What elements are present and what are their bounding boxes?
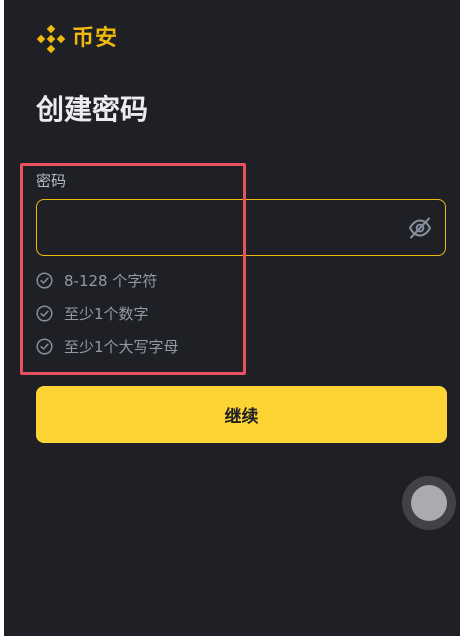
password-input[interactable] <box>51 200 405 257</box>
requirement-text: 至少1个数字 <box>64 304 149 323</box>
brand-name: 币安 <box>72 26 119 51</box>
assistive-touch-core <box>411 485 447 521</box>
check-circle-icon <box>36 305 53 322</box>
binance-logo-icon <box>36 24 66 54</box>
continue-button[interactable]: 继续 <box>36 386 447 443</box>
requirement-item: 至少1个大写字母 <box>36 330 246 363</box>
password-label: 密码 <box>36 172 67 190</box>
requirement-text: 至少1个大写字母 <box>64 337 179 356</box>
check-circle-icon <box>36 272 53 289</box>
password-requirements: 8-128 个字符 至少1个数字 至少1个大写字母 <box>36 264 246 363</box>
brand-logo: 币安 <box>36 22 118 56</box>
assistive-touch-icon[interactable] <box>402 476 456 530</box>
eye-off-icon[interactable] <box>407 215 433 241</box>
page-title: 创建密码 <box>36 93 149 126</box>
requirement-text: 8-128 个字符 <box>64 271 158 290</box>
check-circle-icon <box>36 338 53 355</box>
password-field[interactable] <box>36 199 446 257</box>
requirement-item: 至少1个数字 <box>36 297 246 330</box>
app-screen: 币安 创建密码 密码 8-128 个字符 至少1个数字 至少1个大写字母 继续 <box>4 0 460 636</box>
requirement-item: 8-128 个字符 <box>36 264 246 297</box>
